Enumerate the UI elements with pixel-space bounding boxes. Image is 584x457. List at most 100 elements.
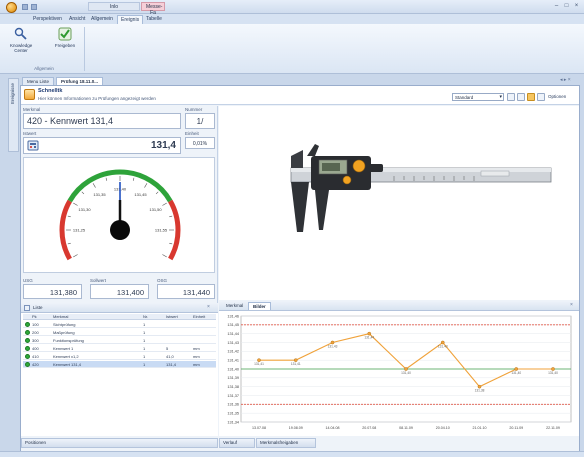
- istwert-value: 131,4: [150, 140, 176, 151]
- cell-einheit: mm: [193, 362, 200, 367]
- gauge-tick: [162, 254, 167, 258]
- tab-merkmal[interactable]: Merkmal: [222, 302, 247, 310]
- gauge-tick: [144, 183, 148, 188]
- list-icon: [24, 305, 30, 311]
- maximize-icon[interactable]: □: [562, 3, 571, 10]
- gauge-hub: [110, 220, 130, 240]
- data-label: 131,40: [511, 371, 521, 375]
- gauge-tick-label: 131,55: [155, 228, 168, 233]
- side-panel-label: Ereignisse: [10, 83, 15, 105]
- einheit-caption: Einheit: [185, 131, 199, 136]
- table-row[interactable]: 410 Kennwert x1,2 1 41,0 mm: [23, 353, 216, 360]
- quick-access-undo-icon[interactable]: [31, 4, 37, 10]
- cell-merkmal: Kennwert 131,4: [53, 362, 82, 367]
- y-tick-label: 131,41: [227, 359, 239, 363]
- tab-allgemein[interactable]: Allgemein: [88, 15, 116, 24]
- tab-ereignis[interactable]: Ereignis: [117, 15, 144, 24]
- list-table-header: Pk Merkmal Nr. Istwert Einheit: [23, 314, 216, 320]
- close-icon[interactable]: ×: [570, 302, 573, 308]
- col-pk[interactable]: Pk: [32, 314, 37, 319]
- y-tick-label: 131,39: [227, 376, 239, 380]
- table-row[interactable]: 420 Kennwert 131,4 1 131,4 mm: [23, 361, 216, 368]
- doc-tab-pruefung[interactable]: Prüfung 18.11.0...: [56, 77, 104, 85]
- verlauf-label: Verlauf: [223, 440, 238, 445]
- view-select-value: Standard: [455, 95, 474, 100]
- view-select[interactable]: Standard ▾: [452, 93, 504, 101]
- table-row[interactable]: 200 Maßprüfung 1: [23, 329, 216, 336]
- istwert-input[interactable]: 131,4: [23, 137, 181, 154]
- side-panel-strip[interactable]: Ereignisse: [8, 78, 19, 152]
- gauge-tick: [162, 202, 167, 206]
- data-label: 131,44: [364, 336, 374, 340]
- einheit-field: 0,01%: [185, 137, 215, 149]
- merkmal-field: 420 - Kennwert 131,4: [23, 113, 181, 129]
- x-tick-label: 13.07.08: [252, 426, 266, 430]
- istwert-caption: Istwert: [23, 131, 37, 136]
- gauge-tick: [169, 215, 173, 218]
- tab-ansicht[interactable]: Ansicht: [66, 15, 88, 24]
- step-subtitle: Hier können Informationen zu Prüfungen a…: [38, 96, 156, 101]
- cell-istwert: 41,0: [166, 354, 174, 359]
- tab-perspektiven[interactable]: Perspektiven: [30, 15, 65, 24]
- cell-nr: 1: [143, 322, 146, 327]
- col-istwert[interactable]: Istwert: [166, 314, 178, 319]
- settings-icon[interactable]: [537, 93, 545, 101]
- y-tick-label: 131,40: [227, 367, 239, 371]
- x-tick-label: 22.11.09: [546, 426, 560, 430]
- zoom-icon[interactable]: [507, 93, 515, 101]
- col-nr[interactable]: Nr.: [143, 314, 148, 319]
- cell-merkmal: Kennwert x1,2: [53, 354, 79, 359]
- y-tick-label: 131,44: [227, 332, 239, 336]
- cell-pk: 100: [32, 322, 39, 327]
- positionen-strip[interactable]: Positionen: [21, 438, 218, 448]
- doc-tab-menu-liste[interactable]: Menu Liste: [22, 77, 55, 85]
- verlauf-strip[interactable]: Verlauf: [219, 438, 255, 448]
- sollwert-caption: Sollwert: [90, 278, 107, 283]
- cell-pk: 300: [32, 338, 39, 343]
- check-icon: [58, 27, 72, 41]
- close-icon[interactable]: ×: [207, 304, 210, 310]
- data-label: 131,41: [291, 362, 301, 366]
- status-ok-icon: [25, 338, 30, 343]
- nummer-caption: Nummer: [185, 107, 203, 112]
- col-einheit[interactable]: Einheit: [193, 314, 205, 319]
- gauge-tick-label: 131,45: [134, 192, 147, 197]
- print-icon[interactable]: [517, 93, 525, 101]
- quick-access-save-icon[interactable]: [22, 4, 28, 10]
- status-bar: [0, 451, 584, 457]
- cell-nr: 1: [143, 338, 146, 343]
- chevron-down-icon: ▾: [499, 94, 502, 100]
- table-row[interactable]: 100 Sichtprüfung 1: [23, 321, 216, 328]
- doc-nav-icon[interactable]: ◂ ▸ ×: [560, 77, 571, 83]
- sollwert-value: 131,400: [90, 284, 149, 299]
- options-button[interactable]: Optionen: [548, 94, 566, 99]
- step-title: Schnelltk: [38, 88, 63, 94]
- gauge-dial: 131,25131,30131,35131,40131,45131,50131,…: [59, 169, 181, 261]
- data-label: 131,40: [401, 371, 411, 375]
- freigeben-button[interactable]: Freigeben: [54, 27, 76, 61]
- y-tick-label: 131,46: [227, 314, 239, 318]
- app-menu-button[interactable]: [6, 2, 17, 13]
- y-tick-label: 131,38: [227, 385, 239, 389]
- cell-nr: 1: [143, 354, 146, 359]
- context-group-info: Inlo: [88, 2, 140, 11]
- folder-icon[interactable]: [527, 93, 535, 101]
- merkmal-caption: Merkmal: [23, 107, 41, 112]
- table-row[interactable]: 400 Kennwert 1 1 5 mm: [23, 345, 216, 352]
- minimize-icon[interactable]: –: [552, 3, 561, 10]
- x-tick-label: 08.11.09: [399, 426, 413, 430]
- knowledge-center-button[interactable]: Knowledge Center: [10, 27, 32, 61]
- gauge-tick: [73, 202, 78, 206]
- col-merkmal[interactable]: Merkmal: [53, 314, 68, 319]
- cell-istwert: 131,4: [166, 362, 177, 367]
- tab-tabelle[interactable]: Tabelle: [143, 15, 165, 24]
- close-icon[interactable]: ×: [572, 3, 581, 10]
- data-label: 131,43: [438, 345, 448, 349]
- tab-bilder[interactable]: Bilder: [248, 302, 271, 310]
- gauge-tick-label: 131,30: [78, 207, 91, 212]
- list-panel-header: Liste ×: [21, 303, 218, 313]
- cell-einheit: mm: [193, 346, 200, 351]
- tab-bilder-label: Bilder: [253, 304, 266, 309]
- table-row[interactable]: 300 Funktionsprüfung 1: [23, 337, 216, 344]
- merkmalsfreigaben-strip[interactable]: Merkmalsfreigaben: [256, 438, 316, 448]
